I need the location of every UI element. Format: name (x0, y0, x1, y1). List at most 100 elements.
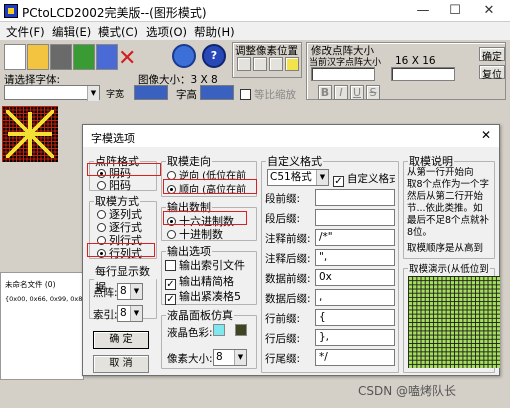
chevron-down-icon: ▼ (87, 86, 99, 101)
delete-icon[interactable]: ✕ (118, 48, 136, 70)
glyph-cross (8, 112, 52, 156)
menu-mode[interactable]: 模式(C) (98, 24, 138, 40)
menu-help[interactable]: 帮助(H) (194, 24, 235, 40)
tight-label: 输出紧凑格5 (179, 290, 241, 303)
pixel-size-select[interactable]: 8 ▼ (213, 349, 247, 366)
menu-options[interactable]: 选项(O) (146, 24, 187, 40)
line-end-input[interactable]: */ (315, 349, 395, 366)
dialog-title-bar: 字模选项 ✕ (83, 125, 499, 147)
dialog-close-button[interactable]: ✕ (481, 128, 491, 142)
chevron-down-icon: ▼ (130, 306, 142, 321)
menu-edit[interactable]: 编辑(E) (52, 24, 91, 40)
move-up-icon[interactable] (253, 57, 267, 71)
restore-button[interactable]: 复位 (479, 65, 505, 81)
save-icon[interactable] (50, 44, 72, 70)
open-folder-icon[interactable] (27, 44, 49, 70)
radio-positive-label: 阳码 (109, 179, 131, 192)
char-height-select[interactable] (200, 85, 234, 100)
desc-line: 最后不足8个点就补 (407, 215, 490, 226)
chevron-down-icon: ▼ (316, 170, 328, 185)
confirm-button[interactable]: 确定 (479, 47, 505, 63)
radio-positive[interactable]: 阳码 (97, 177, 131, 193)
segment-prefix-input[interactable] (315, 189, 395, 206)
row-label: 行前缀: (265, 313, 301, 325)
dot-select[interactable]: 8 ▼ (117, 283, 143, 300)
move-down-icon[interactable] (269, 57, 283, 71)
row-label: 数据前缀: (265, 273, 311, 285)
row-label: 数据后缀: (265, 293, 311, 305)
checkbox-checked-icon: ✓ (333, 176, 344, 187)
size-value: 16 X 16 (395, 55, 436, 67)
dot-value: 8 (120, 285, 127, 297)
checkbox-checked-icon: ✓ (165, 294, 176, 305)
line-suffix-input[interactable]: }, (315, 329, 395, 346)
height-slider[interactable] (391, 67, 455, 81)
pixel-adjust-group: 调整像素位置 (232, 42, 302, 78)
proportional-checkbox[interactable]: 等比缩放 (240, 87, 296, 102)
desc-line: 然后从第二行开始 (407, 191, 484, 202)
proportional-label: 等比缩放 (254, 89, 296, 101)
segment-suffix-input[interactable] (315, 209, 395, 226)
help-icon[interactable]: ? (202, 44, 226, 68)
row-label: 注释后缀: (265, 253, 311, 265)
lcd-on-color-swatch[interactable] (213, 324, 225, 336)
comment-suffix-input[interactable]: ", (315, 249, 395, 266)
output-text-panel[interactable]: 未命名文件 (0) {0x00, 0x66, 0x99, 0x81, 0x (0, 272, 84, 380)
index-file-label: 输出索引文件 (179, 259, 245, 272)
line-prefix-input[interactable]: { (315, 309, 395, 326)
comment-prefix-input[interactable]: /*" (315, 229, 395, 246)
minimize-button[interactable]: — (408, 2, 438, 20)
row-label: 行后缀: (265, 333, 301, 345)
char-width-select[interactable] (134, 85, 168, 100)
watermark: CSDN @嗑烤队长 (358, 384, 457, 398)
maximize-button[interactable]: ☐ (440, 2, 470, 20)
width-slider[interactable] (311, 67, 375, 81)
ok-button[interactable]: 确 定 (93, 331, 149, 349)
index-file-checkbox[interactable]: 输出索引文件 (165, 257, 245, 273)
font-select[interactable]: ▼ (4, 85, 100, 101)
new-file-icon[interactable] (4, 44, 26, 70)
move-right-icon[interactable] (285, 57, 299, 71)
description-text: 从第一行开始向 取8个点作为一个字 然后从第二行开始 节...依此类推。如 最后… (407, 167, 493, 255)
tight-checkbox[interactable]: ✓ 输出紧凑格5 (165, 288, 241, 305)
bold-button[interactable]: B (318, 85, 332, 100)
radio-decimal[interactable]: 十进制数 (167, 226, 223, 242)
pixel-adjust-label: 调整像素位置 (235, 45, 298, 57)
copy-icon[interactable] (96, 44, 118, 70)
demo-legend: 取模演示(从低位到 (409, 264, 489, 275)
close-button[interactable]: ✕ (474, 2, 504, 20)
window-title: PCtoLCD2002完美版--(图形模式) (22, 6, 207, 20)
desc-footer: 取模顺序是从高到 (407, 243, 484, 254)
desc-line: 节...依此类推。如 (407, 203, 483, 214)
move-left-icon[interactable] (237, 57, 251, 71)
strikethrough-button[interactable]: S (366, 85, 380, 100)
italic-button[interactable]: I (334, 85, 348, 100)
desc-line: 取8个点作为一个字 (407, 179, 490, 190)
radio-off-icon (97, 223, 106, 232)
lcd-off-color-swatch[interactable] (235, 324, 247, 336)
data-suffix-input[interactable]: , (315, 289, 395, 306)
lcd-legend: 液晶面板仿真 (167, 309, 233, 322)
menu-file[interactable]: 文件(F) (6, 24, 45, 40)
custom-format-checkbox[interactable]: ✓ 自定义格式 (333, 171, 395, 187)
checkbox-icon (165, 260, 176, 271)
data-prefix-input[interactable]: 0x (315, 269, 395, 286)
format-select[interactable]: C51格式 ▼ (267, 169, 329, 186)
cancel-button[interactable]: 取 消 (93, 355, 149, 373)
highlight-box (163, 211, 247, 225)
radio-off-icon (97, 210, 106, 219)
radio-off-icon (167, 230, 176, 239)
tool-icon[interactable] (73, 44, 95, 70)
desc-line: 从第一行开始向 (407, 167, 474, 178)
index-select[interactable]: 8 ▼ (117, 305, 143, 322)
index-value: 8 (120, 307, 127, 319)
row-label: 注释前缀: (265, 233, 311, 245)
output-data: {0x00, 0x66, 0x99, 0x81, 0x (5, 295, 83, 303)
underline-button[interactable]: U (350, 85, 364, 100)
chevron-down-icon: ▼ (234, 350, 246, 365)
row-label: 段后缀: (265, 213, 301, 225)
dot-label: 点阵: (93, 287, 118, 299)
settings-gear-icon[interactable] (172, 44, 196, 68)
demo-lcd-grid (408, 276, 500, 368)
highlight-box (163, 179, 257, 194)
